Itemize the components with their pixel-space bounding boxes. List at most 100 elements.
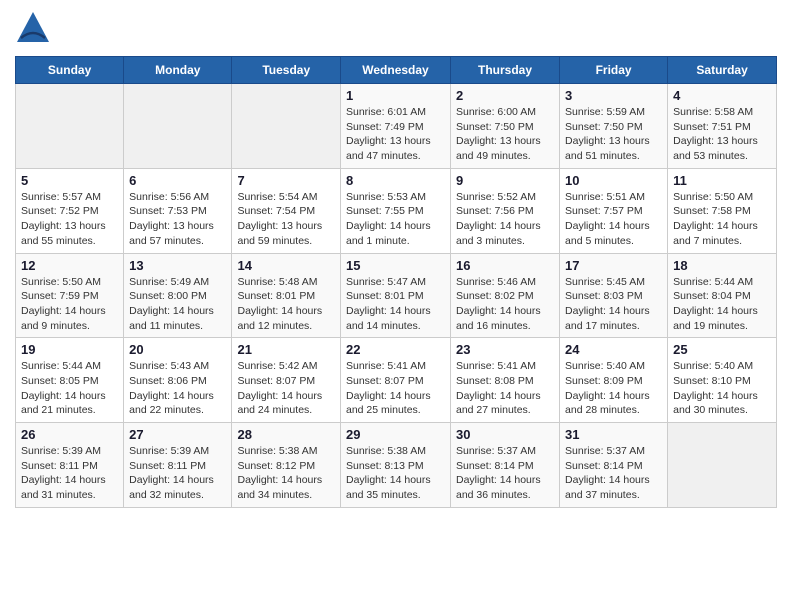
calendar-day-cell: 12Sunrise: 5:50 AMSunset: 7:59 PMDayligh…: [16, 253, 124, 338]
calendar-day-cell: 5 Sunrise: 5:57 AMSunset: 7:52 PMDaylight…: [16, 168, 124, 253]
day-number: 31: [565, 427, 662, 442]
day-info: Sunrise: 5:56 AMSunset: 7:53 PMDaylight:…: [129, 190, 226, 249]
day-number: 24: [565, 342, 662, 357]
logo-icon: [15, 10, 51, 46]
day-info: Sunrise: 6:01 AMSunset: 7:49 PMDaylight:…: [346, 105, 445, 164]
calendar-day-cell: 28 Sunrise: 5:38 AMSunset: 8:12 PMDayligh…: [232, 423, 341, 508]
day-number: 5: [21, 173, 118, 188]
calendar-day-cell: 20Sunrise: 5:43 AMSunset: 8:06 PMDayligh…: [124, 338, 232, 423]
day-number: 29: [346, 427, 445, 442]
calendar-header-cell: Monday: [124, 57, 232, 84]
day-info: Sunrise: 5:37 AMSunset: 8:14 PMDaylight:…: [456, 444, 554, 503]
day-info: Sunrise: 5:59 AMSunset: 7:50 PMDaylight:…: [565, 105, 662, 164]
day-number: 16: [456, 258, 554, 273]
calendar-day-cell: 7Sunrise: 5:54 AMSunset: 7:54 PMDaylight…: [232, 168, 341, 253]
calendar-day-cell: 16Sunrise: 5:46 AMSunset: 8:02 PMDayligh…: [451, 253, 560, 338]
day-number: 28: [237, 427, 335, 442]
day-number: 22: [346, 342, 445, 357]
calendar-day-cell: 17 Sunrise: 5:45 AMSunset: 8:03 PMDayligh…: [560, 253, 668, 338]
day-number: 14: [237, 258, 335, 273]
day-info: Sunrise: 5:49 AMSunset: 8:00 PMDaylight:…: [129, 275, 226, 334]
day-info: Sunrise: 5:39 AMSunset: 8:11 PMDaylight:…: [21, 444, 118, 503]
day-info: Sunrise: 5:44 AMSunset: 8:04 PMDaylight:…: [673, 275, 771, 334]
day-number: 8: [346, 173, 445, 188]
calendar-day-cell: 6 Sunrise: 5:56 AMSunset: 7:53 PMDaylight…: [124, 168, 232, 253]
calendar-header-cell: Wednesday: [341, 57, 451, 84]
calendar-day-cell: 2 Sunrise: 6:00 AMSunset: 7:50 PMDaylight…: [451, 84, 560, 169]
day-info: Sunrise: 5:51 AMSunset: 7:57 PMDaylight:…: [565, 190, 662, 249]
day-number: 26: [21, 427, 118, 442]
calendar-day-cell: [16, 84, 124, 169]
day-info: Sunrise: 5:58 AMSunset: 7:51 PMDaylight:…: [673, 105, 771, 164]
day-number: 17: [565, 258, 662, 273]
calendar-day-cell: 14 Sunrise: 5:48 AMSunset: 8:01 PMDayligh…: [232, 253, 341, 338]
calendar-table: SundayMondayTuesdayWednesdayThursdayFrid…: [15, 56, 777, 508]
calendar-week-row: 5 Sunrise: 5:57 AMSunset: 7:52 PMDaylight…: [16, 168, 777, 253]
calendar-header-cell: Sunday: [16, 57, 124, 84]
calendar-day-cell: 19 Sunrise: 5:44 AMSunset: 8:05 PMDayligh…: [16, 338, 124, 423]
day-number: 30: [456, 427, 554, 442]
calendar-day-cell: 9 Sunrise: 5:52 AMSunset: 7:56 PMDaylight…: [451, 168, 560, 253]
day-info: Sunrise: 5:54 AMSunset: 7:54 PMDaylight:…: [237, 190, 335, 249]
day-info: Sunrise: 5:39 AMSunset: 8:11 PMDaylight:…: [129, 444, 226, 503]
calendar-header-cell: Friday: [560, 57, 668, 84]
day-info: Sunrise: 5:41 AMSunset: 8:08 PMDaylight:…: [456, 359, 554, 418]
day-info: Sunrise: 5:50 AMSunset: 7:58 PMDaylight:…: [673, 190, 771, 249]
day-number: 15: [346, 258, 445, 273]
calendar-day-cell: [668, 423, 777, 508]
logo: [15, 10, 55, 46]
calendar-day-cell: 24Sunrise: 5:40 AMSunset: 8:09 PMDayligh…: [560, 338, 668, 423]
calendar-day-cell: 10Sunrise: 5:51 AMSunset: 7:57 PMDayligh…: [560, 168, 668, 253]
calendar-header-cell: Saturday: [668, 57, 777, 84]
calendar-day-cell: 21Sunrise: 5:42 AMSunset: 8:07 PMDayligh…: [232, 338, 341, 423]
day-number: 12: [21, 258, 118, 273]
calendar-week-row: 26 Sunrise: 5:39 AMSunset: 8:11 PMDayligh…: [16, 423, 777, 508]
day-number: 6: [129, 173, 226, 188]
calendar-day-cell: 11 Sunrise: 5:50 AMSunset: 7:58 PMDayligh…: [668, 168, 777, 253]
calendar-day-cell: 30 Sunrise: 5:37 AMSunset: 8:14 PMDayligh…: [451, 423, 560, 508]
calendar-day-cell: 8 Sunrise: 5:53 AMSunset: 7:55 PMDaylight…: [341, 168, 451, 253]
calendar-week-row: 12Sunrise: 5:50 AMSunset: 7:59 PMDayligh…: [16, 253, 777, 338]
day-info: Sunrise: 5:53 AMSunset: 7:55 PMDaylight:…: [346, 190, 445, 249]
day-number: 2: [456, 88, 554, 103]
day-info: Sunrise: 5:57 AMSunset: 7:52 PMDaylight:…: [21, 190, 118, 249]
day-info: Sunrise: 5:41 AMSunset: 8:07 PMDaylight:…: [346, 359, 445, 418]
calendar-header-cell: Tuesday: [232, 57, 341, 84]
calendar-week-row: 1Sunrise: 6:01 AMSunset: 7:49 PMDaylight…: [16, 84, 777, 169]
calendar-day-cell: 27Sunrise: 5:39 AMSunset: 8:11 PMDayligh…: [124, 423, 232, 508]
day-info: Sunrise: 5:37 AMSunset: 8:14 PMDaylight:…: [565, 444, 662, 503]
page: SundayMondayTuesdayWednesdayThursdayFrid…: [0, 0, 792, 523]
day-info: Sunrise: 5:52 AMSunset: 7:56 PMDaylight:…: [456, 190, 554, 249]
day-number: 21: [237, 342, 335, 357]
day-info: Sunrise: 5:45 AMSunset: 8:03 PMDaylight:…: [565, 275, 662, 334]
day-number: 11: [673, 173, 771, 188]
calendar-day-cell: 13 Sunrise: 5:49 AMSunset: 8:00 PMDayligh…: [124, 253, 232, 338]
calendar-body: 1Sunrise: 6:01 AMSunset: 7:49 PMDaylight…: [16, 84, 777, 508]
day-info: Sunrise: 5:38 AMSunset: 8:13 PMDaylight:…: [346, 444, 445, 503]
calendar-day-cell: 23 Sunrise: 5:41 AMSunset: 8:08 PMDayligh…: [451, 338, 560, 423]
day-number: 9: [456, 173, 554, 188]
calendar-day-cell: 22 Sunrise: 5:41 AMSunset: 8:07 PMDayligh…: [341, 338, 451, 423]
calendar-week-row: 19 Sunrise: 5:44 AMSunset: 8:05 PMDayligh…: [16, 338, 777, 423]
calendar-day-cell: 1Sunrise: 6:01 AMSunset: 7:49 PMDaylight…: [341, 84, 451, 169]
day-info: Sunrise: 5:40 AMSunset: 8:10 PMDaylight:…: [673, 359, 771, 418]
day-info: Sunrise: 5:48 AMSunset: 8:01 PMDaylight:…: [237, 275, 335, 334]
day-number: 20: [129, 342, 226, 357]
day-number: 19: [21, 342, 118, 357]
day-number: 13: [129, 258, 226, 273]
calendar-day-cell: 26 Sunrise: 5:39 AMSunset: 8:11 PMDayligh…: [16, 423, 124, 508]
day-number: 23: [456, 342, 554, 357]
calendar-header-row: SundayMondayTuesdayWednesdayThursdayFrid…: [16, 57, 777, 84]
header: [15, 10, 777, 46]
day-info: Sunrise: 5:47 AMSunset: 8:01 PMDaylight:…: [346, 275, 445, 334]
day-number: 3: [565, 88, 662, 103]
calendar-header-cell: Thursday: [451, 57, 560, 84]
calendar-day-cell: [124, 84, 232, 169]
calendar-day-cell: 4Sunrise: 5:58 AMSunset: 7:51 PMDaylight…: [668, 84, 777, 169]
calendar-header: SundayMondayTuesdayWednesdayThursdayFrid…: [16, 57, 777, 84]
calendar-day-cell: 31 Sunrise: 5:37 AMSunset: 8:14 PMDayligh…: [560, 423, 668, 508]
day-info: Sunrise: 5:38 AMSunset: 8:12 PMDaylight:…: [237, 444, 335, 503]
day-info: Sunrise: 5:44 AMSunset: 8:05 PMDaylight:…: [21, 359, 118, 418]
day-info: Sunrise: 6:00 AMSunset: 7:50 PMDaylight:…: [456, 105, 554, 164]
calendar-day-cell: 3 Sunrise: 5:59 AMSunset: 7:50 PMDaylight…: [560, 84, 668, 169]
